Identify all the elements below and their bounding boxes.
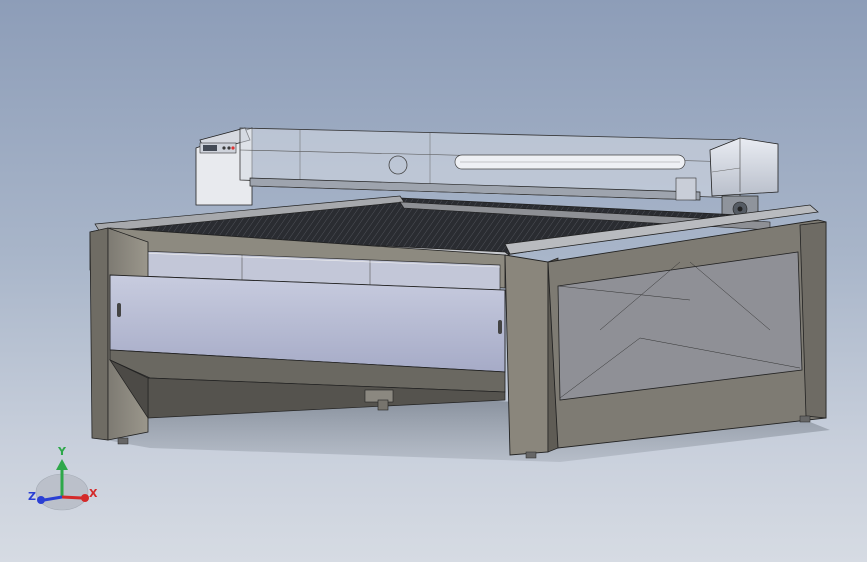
x-axis-label: X bbox=[89, 487, 98, 500]
axis-triad[interactable]: Y X Z bbox=[28, 445, 98, 511]
control-panel-screen bbox=[203, 145, 217, 151]
y-axis-label: Y bbox=[57, 445, 67, 458]
model-render[interactable]: Y X Z bbox=[0, 0, 867, 562]
cad-viewport[interactable]: Y X Z bbox=[0, 0, 867, 562]
gantry-beam bbox=[239, 127, 741, 201]
z-axis-label: Z bbox=[28, 490, 36, 503]
side-frame bbox=[547, 219, 827, 449]
